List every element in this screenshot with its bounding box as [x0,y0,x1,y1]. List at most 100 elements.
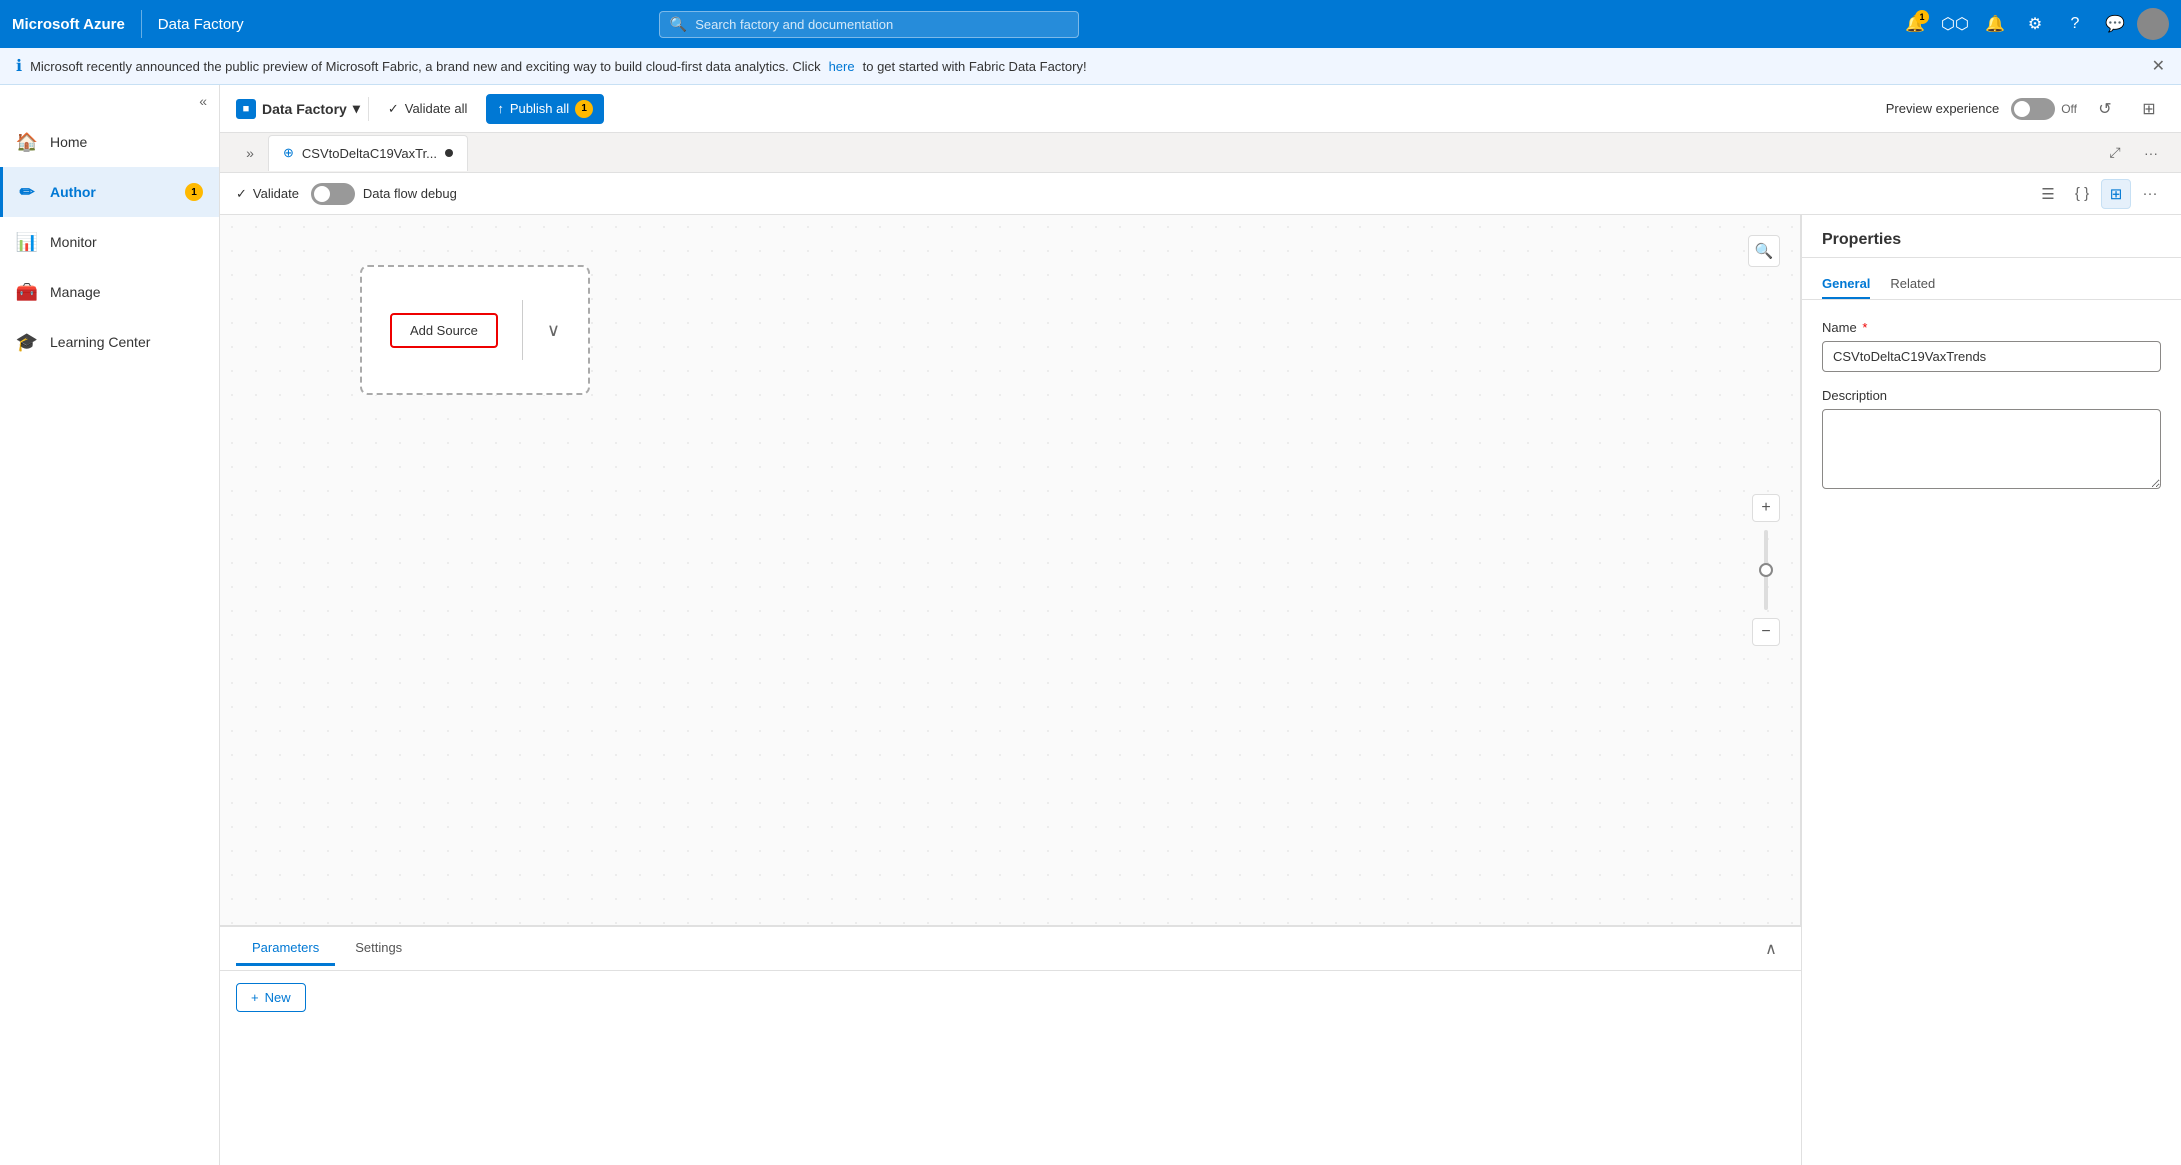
tab-label: CSVtoDeltaC19VaxTr... [302,146,437,161]
factory-icon: ■ [236,99,256,119]
search-icon: 🔍 [670,16,687,33]
publish-icon: ↑ [497,101,504,116]
unsaved-indicator [445,149,453,157]
properties-panel: Properties General Related Name * [1801,215,2181,1165]
canvas-search-button[interactable]: 🔍 [1748,235,1780,267]
portals-icon[interactable]: ⬡⬡ [1937,6,1973,42]
canvas-container: 🔍 Add Source ∨ + − [220,215,1801,1165]
required-star: * [1862,320,1867,335]
tab-right-icons: ⤢ ··· [2101,139,2165,167]
bell-icon[interactable]: 🔔 [1977,6,2013,42]
new-parameter-button[interactable]: + New [236,983,306,1012]
manage-icon: 🧰 [16,281,38,303]
help-icon[interactable]: ? [2057,6,2093,42]
bottom-panel-collapse-button[interactable]: ∧ [1757,935,1785,963]
main-toolbar: ■ Data Factory ▾ ✓ Validate all ↑ Publis… [220,85,2181,133]
new-button-label: New [265,990,291,1005]
home-icon: 🏠 [16,131,38,153]
sidebar-collapse-button[interactable]: « [0,85,219,117]
description-field: Description [1822,388,2161,492]
info-banner: ℹ Microsoft recently announced the publi… [0,48,2181,85]
sidebar-item-author[interactable]: ✏ Author 1 [0,167,219,217]
sidebar-item-monitor[interactable]: 📊 Monitor [0,217,219,267]
description-input[interactable] [1822,409,2161,489]
table-view-icon[interactable]: ⊞ [2101,179,2131,209]
validate-button[interactable]: ✓ Validate [236,186,299,202]
more-sub-icon[interactable]: ··· [2135,179,2165,209]
toggle-track[interactable] [2011,98,2055,120]
zoom-slider[interactable] [1764,530,1768,610]
sidebar-item-manage[interactable]: 🧰 Manage [0,267,219,317]
toolbar-divider [368,97,369,121]
zoom-in-button[interactable]: + [1752,494,1780,522]
properties-body: Name * Description [1802,300,2181,512]
general-tab-label: General [1822,276,1870,291]
author-badge: 1 [185,183,203,201]
add-source-button[interactable]: Add Source [390,313,498,348]
publish-all-button[interactable]: ↑ Publish all 1 [486,94,604,124]
avatar[interactable] [2137,8,2169,40]
settings-tab-label: Settings [355,940,402,955]
code-view-icon[interactable]: { } [2067,179,2097,209]
source-chevron-icon[interactable]: ∨ [547,320,560,341]
sidebar-item-label-manage: Manage [50,284,101,300]
new-plus-icon: + [251,990,259,1005]
notification-badge: 1 [1915,10,1929,24]
banner-message: Microsoft recently announced the public … [30,59,821,74]
zoom-handle [1759,563,1773,577]
properties-header: Properties [1802,215,2181,258]
app-name: Data Factory [158,16,244,33]
sidebar-item-label-learning-center: Learning Center [50,334,150,350]
expand-button[interactable]: » [236,139,264,167]
banner-close-button[interactable]: ✕ [2152,56,2165,76]
preview-label: Preview experience [1886,101,1999,116]
related-tab-label: Related [1890,276,1935,291]
general-tab[interactable]: General [1822,270,1870,299]
sidebar-item-learning-center[interactable]: 🎓 Learning Center [0,317,219,367]
nav-divider [141,10,142,38]
expand-tab-icon[interactable]: ⤢ [2101,139,2129,167]
sidebar-item-label-monitor: Monitor [50,234,97,250]
feedback-icon[interactable]: 💬 [2097,6,2133,42]
search-input[interactable] [695,17,1068,32]
learning-center-icon: 🎓 [16,331,38,353]
debug-toggle[interactable] [311,183,355,205]
settings-icon[interactable]: ⚙ [2017,6,2053,42]
refresh-icon[interactable]: ↺ [2089,93,2121,125]
banner-link[interactable]: here [829,59,855,74]
author-icon: ✏ [16,181,38,203]
toggle-off-label: Off [2061,102,2077,116]
sub-toolbar: ✓ Validate Data flow debug ☰ { } ⊞ ··· [220,173,2181,215]
top-nav: Microsoft Azure Data Factory 🔍 🔔 1 ⬡⬡ 🔔 … [0,0,2181,48]
debug-toggle-thumb [314,186,330,202]
bottom-panel-body: + New [220,971,1801,1165]
parameters-tab[interactable]: Parameters [236,932,335,966]
canvas-area[interactable]: 🔍 Add Source ∨ + − [220,215,1801,925]
settings-tab[interactable]: Settings [339,932,418,966]
notifications-icon[interactable]: 🔔 1 [1897,6,1933,42]
zoom-out-button[interactable]: − [1752,618,1780,646]
more-options-icon[interactable]: ··· [2137,139,2165,167]
related-tab[interactable]: Related [1890,270,1935,299]
validate-all-button[interactable]: ✓ Validate all [377,95,479,123]
pipeline-tab[interactable]: ⊕ CSVtoDeltaC19VaxTr... [268,135,468,171]
debug-section: Data flow debug [311,183,457,205]
sidebar-item-home[interactable]: 🏠 Home [0,117,219,167]
content-area: ■ Data Factory ▾ ✓ Validate all ↑ Publis… [220,85,2181,1165]
publish-badge: 1 [575,100,593,118]
sidebar-item-label-home: Home [50,134,87,150]
zoom-controls: + − [1752,494,1780,646]
tab-bar: » ⊕ CSVtoDeltaC19VaxTr... ⤢ ··· [220,133,2181,173]
description-label: Description [1822,388,2161,403]
columns-icon[interactable]: ⊞ [2133,93,2165,125]
preview-toggle[interactable]: Off [2011,98,2077,120]
debug-label: Data flow debug [363,186,457,201]
name-input[interactable] [1822,341,2161,372]
validate-check-icon: ✓ [236,186,247,202]
toolbar-brand-label: Data Factory [262,101,347,117]
list-view-icon[interactable]: ☰ [2033,179,2063,209]
toolbar-brand[interactable]: ■ Data Factory ▾ [236,99,360,119]
name-field: Name * [1822,320,2161,372]
search-bar[interactable]: 🔍 [659,11,1079,38]
checkmark-icon: ✓ [388,101,399,117]
